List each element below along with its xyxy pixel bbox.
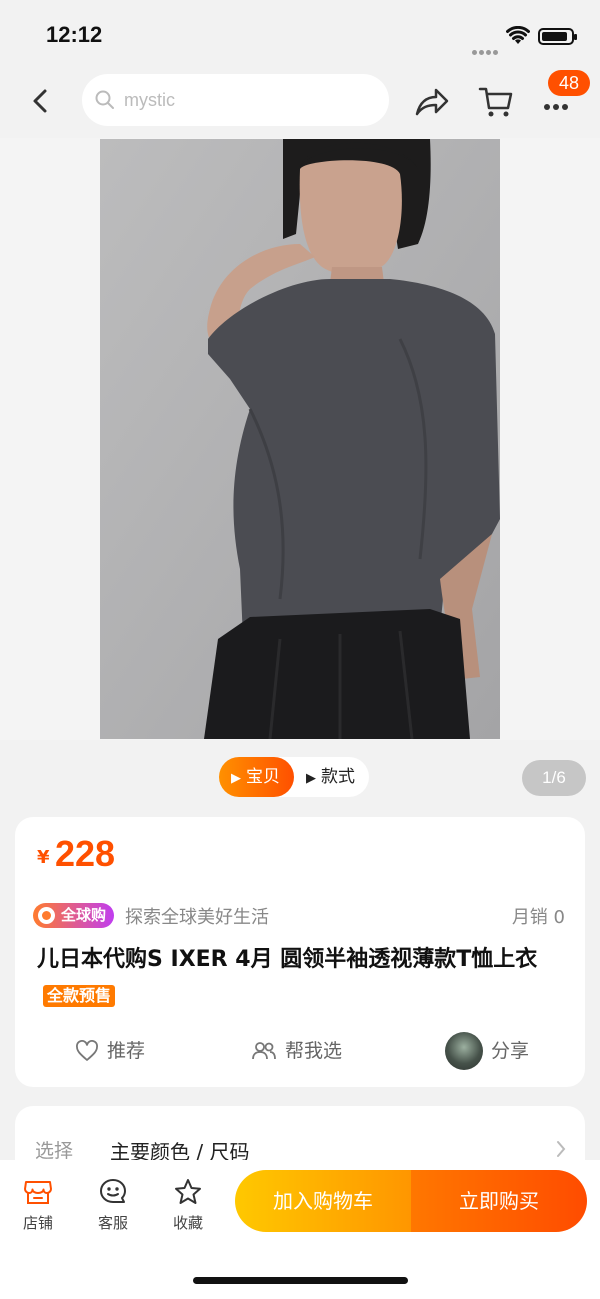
customer-service-button[interactable]: 客服	[83, 1178, 143, 1233]
search-input[interactable]: mystic	[82, 74, 389, 126]
service-label: 客服	[97, 1214, 128, 1232]
recommend-label: 推荐	[107, 1040, 146, 1062]
global-purchase-badge: 全球购	[33, 903, 115, 928]
price-value: 228	[55, 833, 116, 874]
recommend-button[interactable]: 推荐	[75, 1031, 145, 1071]
help-choose-label: 帮我选	[285, 1040, 343, 1062]
action-row: 推荐 帮我选 分享	[15, 1031, 585, 1071]
product-gallery[interactable]	[0, 138, 600, 740]
search-text: mystic	[124, 90, 175, 110]
shop-label: 店铺	[22, 1214, 53, 1232]
page-indicator: 1/6	[522, 760, 586, 796]
gallery-tabs: 宝贝款式	[219, 757, 369, 797]
more-icon[interactable]	[544, 95, 571, 114]
share-button[interactable]: 分享	[445, 1031, 529, 1071]
back-icon[interactable]	[28, 88, 54, 114]
product-title-text: 儿日本代购S IXER 4月 圆领半袖透视薄款T恤上衣	[37, 947, 538, 972]
nav-bar: mystic 48	[0, 70, 600, 134]
store-icon	[24, 1181, 52, 1204]
purchase-buttons: 加入购物车 立即购买	[235, 1170, 587, 1232]
product-title: 儿日本代购S IXER 4月 圆领半袖透视薄款T恤上衣全款预售	[37, 941, 567, 1015]
tagline: 探索全球美好生活	[125, 907, 269, 928]
monthly-sales: 月销 0	[511, 907, 565, 928]
share-icon[interactable]	[414, 85, 450, 119]
bottom-bar: 店铺 客服 收藏 加入购物车 立即购买	[0, 1160, 600, 1299]
people-icon	[252, 1042, 276, 1060]
avatar	[445, 1032, 483, 1070]
options-label: 选择	[35, 1140, 74, 1162]
share-label: 分享	[491, 1040, 530, 1062]
shop-button[interactable]: 店铺	[8, 1178, 68, 1233]
presale-tag: 全款预售	[43, 985, 116, 1007]
favorite-button[interactable]: 收藏	[158, 1178, 218, 1233]
home-indicator[interactable]	[193, 1277, 408, 1284]
search-icon	[95, 90, 114, 109]
status-time: 12:12	[46, 22, 103, 47]
buy-now-button[interactable]: 立即购买	[411, 1170, 587, 1232]
tab-product[interactable]: 宝贝	[219, 757, 294, 797]
cart-icon[interactable]	[478, 84, 514, 120]
star-icon	[175, 1179, 201, 1204]
notification-badge: 48	[548, 70, 590, 96]
battery-icon	[538, 28, 577, 45]
tab-style[interactable]: 款式	[294, 757, 369, 797]
price-currency: ¥	[37, 847, 50, 868]
service-icon	[100, 1179, 126, 1203]
product-info-card: ¥ 228 全球购 探索全球美好生活 月销 0 儿日本代购S IXER 4月 圆…	[15, 817, 585, 1087]
status-bar: 12:12	[0, 0, 600, 70]
wifi-icon	[506, 26, 530, 44]
help-choose-button[interactable]: 帮我选	[251, 1031, 342, 1071]
add-to-cart-button[interactable]: 加入购物车	[235, 1170, 411, 1232]
favorite-label: 收藏	[172, 1214, 203, 1232]
product-photo[interactable]	[100, 139, 500, 739]
heart-icon	[76, 1040, 98, 1061]
chevron-right-icon	[557, 1141, 566, 1157]
signal-icon	[472, 40, 500, 59]
